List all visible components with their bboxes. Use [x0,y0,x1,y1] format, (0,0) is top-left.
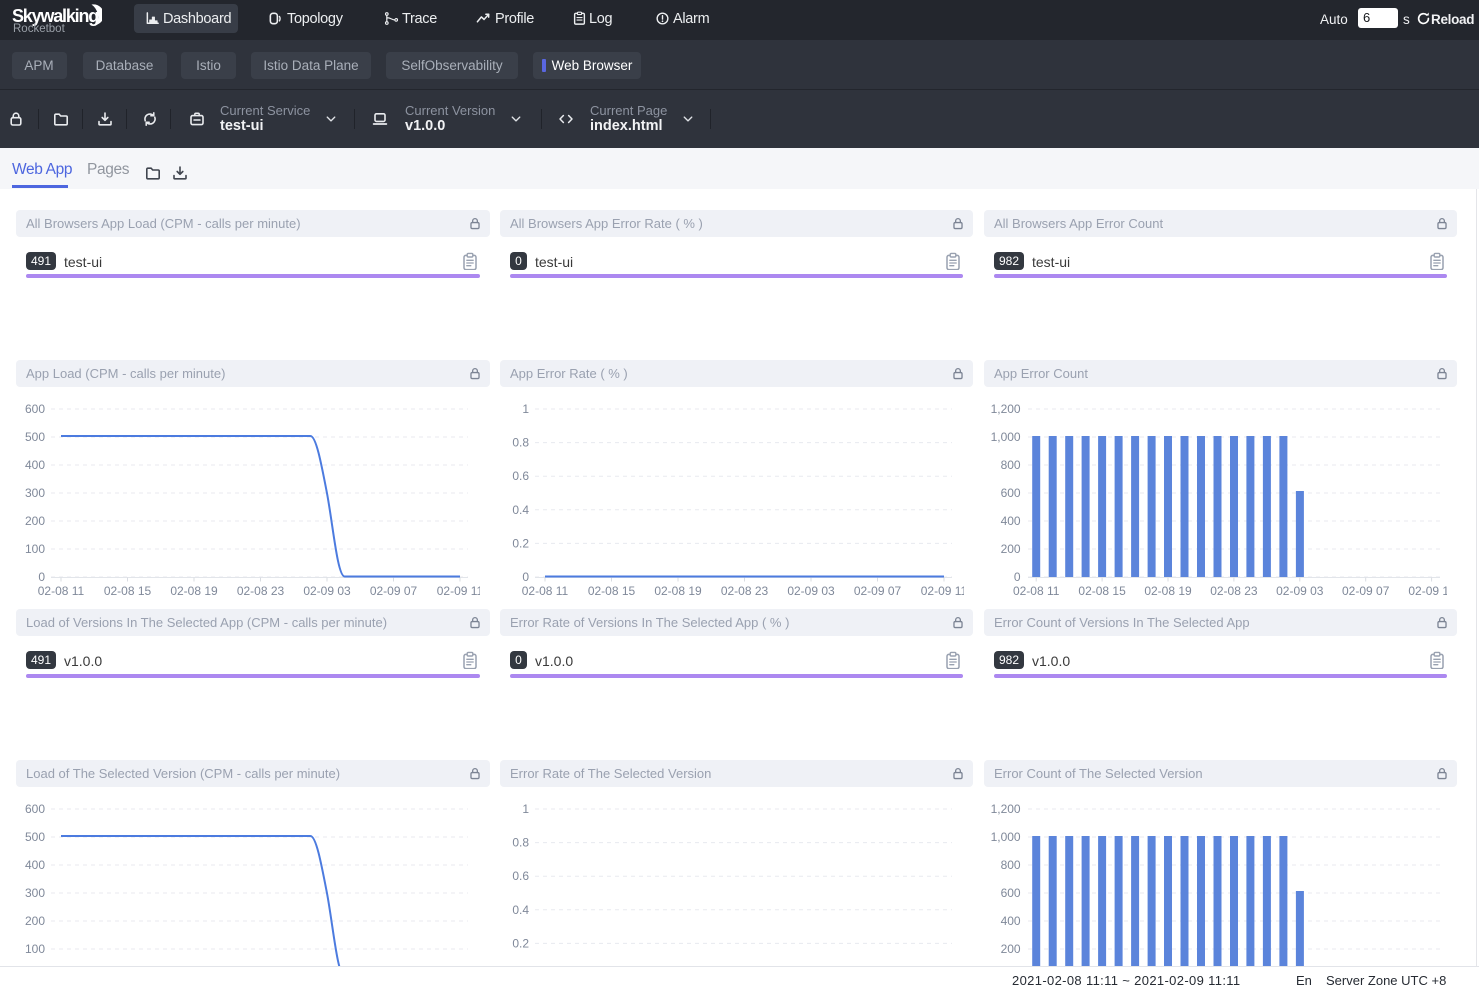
svg-text:02-08 15: 02-08 15 [104,584,152,598]
svg-text:500: 500 [25,430,45,444]
svg-text:02-08 11: 02-08 11 [522,584,569,598]
svg-text:02-08 23: 02-08 23 [237,584,285,598]
svg-text:300: 300 [25,886,45,900]
svg-text:02-09 07: 02-09 07 [370,584,418,598]
svg-text:02-08 19: 02-08 19 [1144,584,1192,598]
svg-text:800: 800 [1001,858,1021,872]
svg-text:02-08 15: 02-08 15 [1078,584,1126,598]
svg-text:200: 200 [25,514,45,528]
svg-text:200: 200 [1001,542,1021,556]
svg-text:500: 500 [25,830,45,844]
svg-text:02-09 11: 02-09 11 [437,584,480,598]
svg-text:600: 600 [25,402,45,416]
svg-text:0.6: 0.6 [512,869,529,883]
svg-text:0.4: 0.4 [512,503,529,517]
svg-text:0: 0 [1014,570,1021,584]
svg-text:600: 600 [25,802,45,816]
svg-text:400: 400 [1001,514,1021,528]
svg-text:1,200: 1,200 [991,402,1021,416]
svg-text:0.4: 0.4 [512,903,529,917]
svg-text:200: 200 [1001,942,1021,956]
svg-text:300: 300 [25,486,45,500]
svg-text:1: 1 [522,802,529,816]
svg-text:02-08 23: 02-08 23 [721,584,769,598]
svg-text:600: 600 [1001,486,1021,500]
svg-text:400: 400 [25,858,45,872]
svg-text:02-09 07: 02-09 07 [854,584,902,598]
svg-text:02-08 11: 02-08 11 [1013,584,1060,598]
svg-text:800: 800 [1001,458,1021,472]
svg-text:02-08 19: 02-08 19 [170,584,218,598]
svg-text:600: 600 [1001,886,1021,900]
svg-text:02-09 03: 02-09 03 [1276,584,1324,598]
svg-text:02-08 19: 02-08 19 [654,584,702,598]
svg-text:02-08 23: 02-08 23 [1210,584,1258,598]
svg-text:0.2: 0.2 [512,536,529,550]
svg-text:100: 100 [25,542,45,556]
svg-text:400: 400 [25,458,45,472]
svg-text:02-09 11: 02-09 11 [1408,584,1447,598]
svg-text:0.6: 0.6 [512,469,529,483]
svg-text:02-08 11: 02-08 11 [38,584,85,598]
svg-text:1,200: 1,200 [991,802,1021,816]
svg-text:1,000: 1,000 [991,430,1021,444]
svg-text:0.8: 0.8 [512,836,529,850]
svg-text:0.8: 0.8 [512,436,529,450]
svg-text:0: 0 [522,570,529,584]
svg-text:0.2: 0.2 [512,936,529,950]
svg-text:0: 0 [38,570,45,584]
svg-text:02-09 03: 02-09 03 [787,584,835,598]
svg-text:100: 100 [25,942,45,956]
svg-text:1: 1 [522,402,529,416]
svg-text:02-08 15: 02-08 15 [588,584,636,598]
svg-text:400: 400 [1001,914,1021,928]
svg-text:02-09 07: 02-09 07 [1342,584,1390,598]
svg-text:200: 200 [25,914,45,928]
svg-text:1,000: 1,000 [991,830,1021,844]
svg-text:02-09 11: 02-09 11 [921,584,964,598]
svg-text:02-09 03: 02-09 03 [303,584,351,598]
